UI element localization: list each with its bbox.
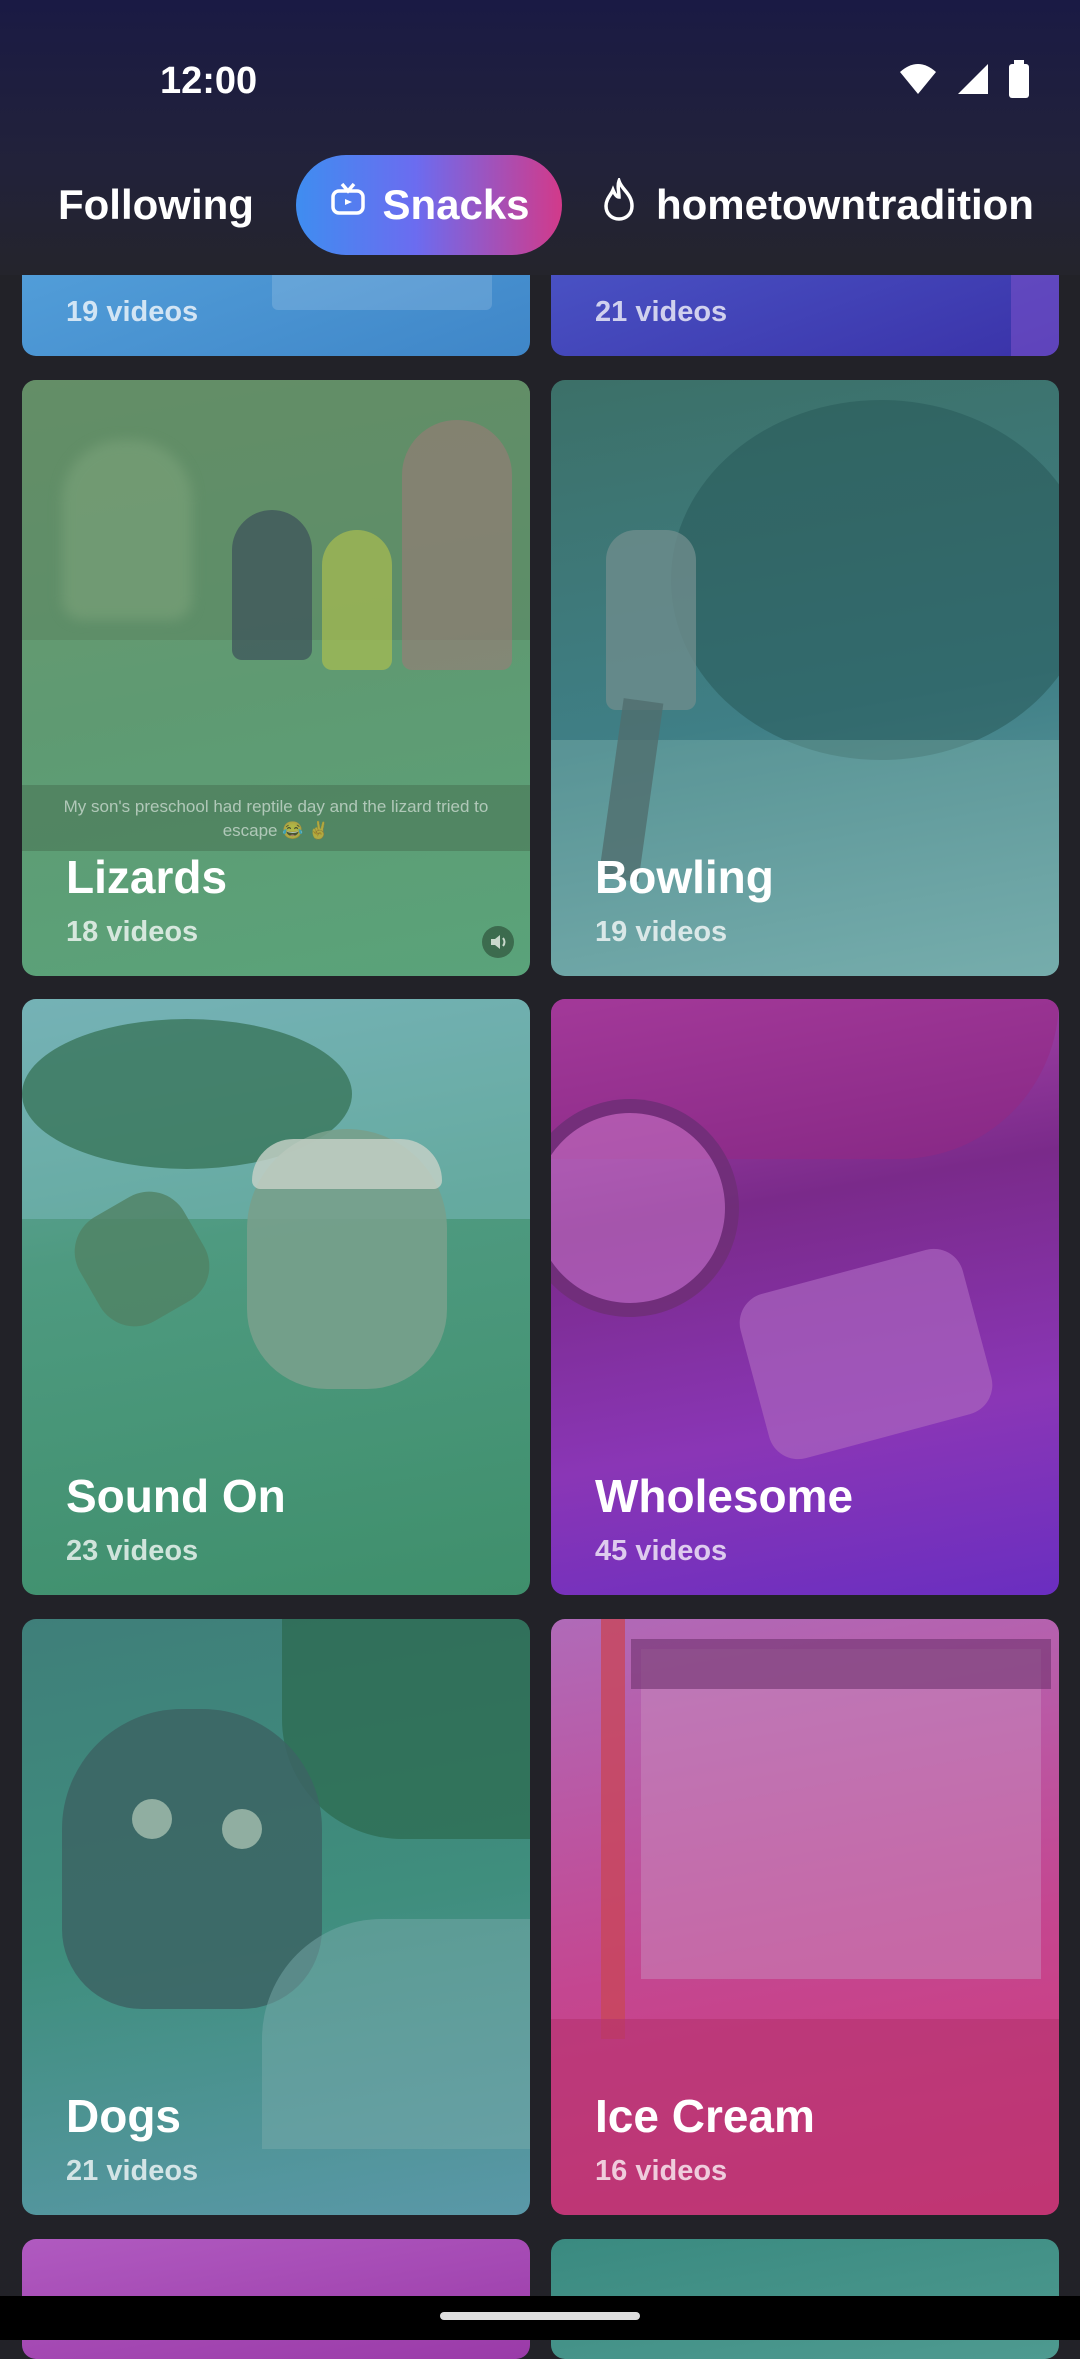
- thumbnail-building: [641, 1649, 1041, 1979]
- card-title: Ice Cream: [595, 2090, 815, 2142]
- thumbnail-dog: [62, 1709, 322, 2009]
- system-nav-bar: [0, 2296, 1080, 2340]
- thumbnail-figure: [232, 510, 312, 660]
- card-count: 21 videos: [595, 296, 728, 328]
- tab-label: Snacks: [382, 181, 530, 228]
- home-gesture-handle[interactable]: [440, 2312, 640, 2320]
- tab-snacks[interactable]: Snacks: [296, 155, 562, 255]
- tab-following[interactable]: Following: [58, 155, 254, 255]
- thumbnail-eye: [222, 1809, 262, 1849]
- category-card-lizards[interactable]: My son's preschool had reptile day and t…: [22, 380, 530, 976]
- battery-icon: [1009, 60, 1029, 98]
- thumbnail-figure: [606, 530, 696, 710]
- thumbnail-pillow: [262, 1919, 530, 2149]
- signal-icon: [958, 64, 988, 94]
- tv-icon: [328, 180, 368, 230]
- card-title: Wholesome: [595, 1470, 854, 1522]
- card-title: Dogs: [66, 2090, 181, 2142]
- thumbnail-figure: [402, 420, 512, 670]
- category-card-dogs[interactable]: Dogs 21 videos: [22, 1619, 530, 2215]
- card-title: Bowling: [595, 851, 774, 903]
- category-grid: 19 videos 21 videos My son's preschool h…: [0, 0, 1080, 2359]
- card-title: Lizards: [66, 851, 228, 903]
- thumbnail-figure: [322, 530, 392, 670]
- card-title: Sound On: [66, 1470, 286, 1522]
- category-card-ice-cream[interactable]: Ice Cream 16 videos: [551, 1619, 1059, 2215]
- tab-hometowntradition[interactable]: hometowntradition: [600, 155, 1034, 255]
- card-count: 18 videos: [66, 916, 199, 948]
- card-count: 16 videos: [595, 2155, 728, 2187]
- tab-label: Following: [58, 181, 254, 228]
- feed-tabs: Following Snacks hometowntradition: [0, 155, 1080, 255]
- thumbnail-hand: [732, 1242, 1000, 1466]
- flame-icon: [600, 175, 638, 232]
- top-header: 12:00 Following Snacks hometowntradition: [0, 0, 1080, 275]
- category-card-bowling[interactable]: Bowling 19 videos: [551, 380, 1059, 976]
- thumbnail-shape: [272, 270, 492, 310]
- thumbnail-cap: [252, 1139, 442, 1189]
- thumbnail-pole: [601, 1619, 625, 2039]
- status-time: 12:00: [160, 60, 258, 102]
- category-card-sound-on[interactable]: Sound On 23 videos: [22, 999, 530, 1595]
- thumbnail-eye: [132, 1799, 172, 1839]
- thumbnail-ramp: [671, 400, 1059, 760]
- card-count: 23 videos: [66, 1535, 199, 1567]
- thumbnail-figure: [62, 440, 192, 620]
- volume-icon[interactable]: [482, 926, 514, 958]
- card-count: 21 videos: [66, 2155, 199, 2187]
- video-caption: My son's preschool had reptile day and t…: [63, 797, 489, 840]
- status-icons: [898, 60, 1030, 98]
- wifi-icon: [900, 64, 936, 94]
- card-count: 19 videos: [595, 916, 728, 948]
- thumbnail-roof: [631, 1639, 1051, 1689]
- card-count: 45 videos: [595, 1535, 728, 1567]
- tab-label: hometowntradition: [656, 181, 1034, 228]
- card-count: 19 videos: [66, 296, 199, 328]
- category-card-wholesome[interactable]: Wholesome 45 videos: [551, 999, 1059, 1595]
